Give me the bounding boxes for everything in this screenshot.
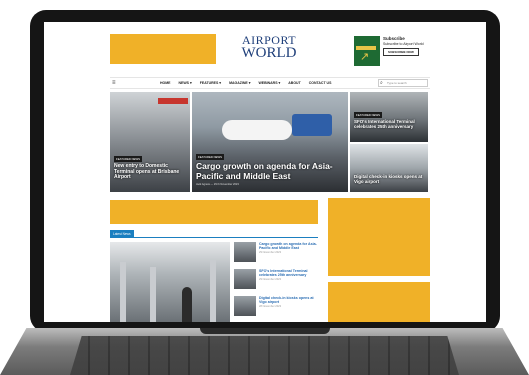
tile-category: FEATURED NEWS <box>354 112 383 118</box>
terminal-column <box>210 260 216 322</box>
hero-tile-right-bottom[interactable]: Digital check-in kiosks opens at Vigo ai… <box>350 144 428 192</box>
article-title[interactable]: Cargo growth on agenda for Asia-Pacific … <box>259 242 318 268</box>
tile-headline[interactable]: New entry to Domestic Terminal opens at … <box>114 163 186 181</box>
main-nav: ≡ HOME NEWS ▾ FEATURES ▾ MAGAZINE ▾ WEBI… <box>110 77 430 89</box>
article-title-text[interactable]: Digital check-in kiosks opens at Vigo ai… <box>259 296 318 304</box>
nav-item-news[interactable]: NEWS ▾ <box>179 81 192 85</box>
subscribe-title: Subscribe <box>383 36 405 41</box>
logo-line-2: WORLD <box>241 45 297 61</box>
subscribe-text: Subscribe to Airport World <box>383 42 424 46</box>
laptop-mockup: AIRPORT WORLD ↗ Subscribe Subscribe to A… <box>0 0 529 375</box>
subscribe-button[interactable]: SUBSCRIBE NOW <box>383 48 419 56</box>
list-item[interactable]: SFO's International Terminal celebrates … <box>234 269 318 295</box>
article-title-text[interactable]: SFO's International Terminal celebrates … <box>259 269 318 277</box>
terminal-column <box>120 262 126 322</box>
latest-news-list: Cargo growth on agenda for Asia-Pacific … <box>234 242 318 322</box>
traveler-figure <box>182 287 192 322</box>
tile-category: FEATURED NEWS <box>114 156 143 162</box>
aircraft-image <box>222 120 292 140</box>
article-thumbnail[interactable] <box>234 296 256 316</box>
list-item[interactable]: Digital check-in kiosks opens at Vigo ai… <box>234 296 318 322</box>
hero-tile-main[interactable]: FEATURED NEWS Cargo growth on agenda for… <box>192 92 348 192</box>
nav-item-about[interactable]: ABOUT <box>288 81 300 85</box>
tile-headline[interactable]: SFO's International Terminal celebrates … <box>354 119 424 129</box>
article-date: 29 November 2023 <box>259 251 282 255</box>
nav-item-home[interactable]: HOME <box>160 81 171 85</box>
cargo-image <box>292 114 332 136</box>
terminal-column <box>150 267 156 322</box>
tile-headline[interactable]: Digital check-in kiosks opens at Vigo ai… <box>354 174 424 184</box>
section-label[interactable]: Latest News <box>110 230 134 238</box>
tile-badge <box>158 98 188 104</box>
sidebar-ad-2[interactable] <box>328 282 430 322</box>
website-screen: AIRPORT WORLD ↗ Subscribe Subscribe to A… <box>44 22 486 322</box>
magazine-cover[interactable]: ↗ <box>354 36 380 66</box>
laptop-keyboard <box>70 336 459 375</box>
article-thumbnail[interactable] <box>234 242 256 262</box>
latest-news-header: Latest News <box>110 230 318 238</box>
tile-meta: Jack Agnew — 29 th November 2023 <box>196 183 239 186</box>
site-logo[interactable]: AIRPORT WORLD <box>234 34 304 62</box>
article-thumbnail[interactable] <box>234 269 256 289</box>
nav-item-contact[interactable]: CONTACT US <box>309 81 332 85</box>
mid-ad-banner[interactable] <box>110 200 318 224</box>
nav-item-features[interactable]: FEATURES ▾ <box>200 81 221 85</box>
tile-category: FEATURED NEWS <box>196 154 225 160</box>
article-title-text[interactable]: Cargo growth on agenda for Asia-Pacific … <box>259 242 318 250</box>
hero-tile-right-top[interactable]: FEATURED NEWS SFO's International Termin… <box>350 92 428 142</box>
hamburger-menu-icon[interactable]: ≡ <box>112 80 122 86</box>
search-input[interactable]: ⌕ Type to search <box>378 79 428 87</box>
top-ad-banner[interactable] <box>110 34 216 64</box>
sidebar-ad-1[interactable] <box>328 198 430 276</box>
tile-headline[interactable]: Cargo growth on agenda for Asia-Pacific … <box>196 161 344 181</box>
article-date: 29 November 2023 <box>259 278 282 282</box>
hero-tile-left[interactable]: FEATURED NEWS New entry to Domestic Term… <box>110 92 190 192</box>
nav-item-magazine[interactable]: MAGAZINE ▾ <box>229 81 250 85</box>
list-item[interactable]: Cargo growth on agenda for Asia-Pacific … <box>234 242 318 268</box>
arrow-icon: ↗ <box>360 51 370 63</box>
article-title[interactable]: SFO's International Terminal celebrates … <box>259 269 318 295</box>
nav-item-webinars[interactable]: WEBINARS ▾ <box>258 81 280 85</box>
subscribe-box: Subscribe Subscribe to Airport World SUB… <box>383 36 435 56</box>
article-date: 28 November 2023 <box>259 305 282 309</box>
laptop-hinge <box>200 328 330 334</box>
article-title[interactable]: Digital check-in kiosks opens at Vigo ai… <box>259 296 318 322</box>
search-icon[interactable]: ⌕ <box>380 80 383 86</box>
cover-strip <box>356 46 376 50</box>
search-placeholder: Type to search <box>387 81 407 85</box>
nav-menu: HOME NEWS ▾ FEATURES ▾ MAGAZINE ▾ WEBINA… <box>160 81 339 85</box>
latest-feature-image[interactable] <box>110 242 230 322</box>
